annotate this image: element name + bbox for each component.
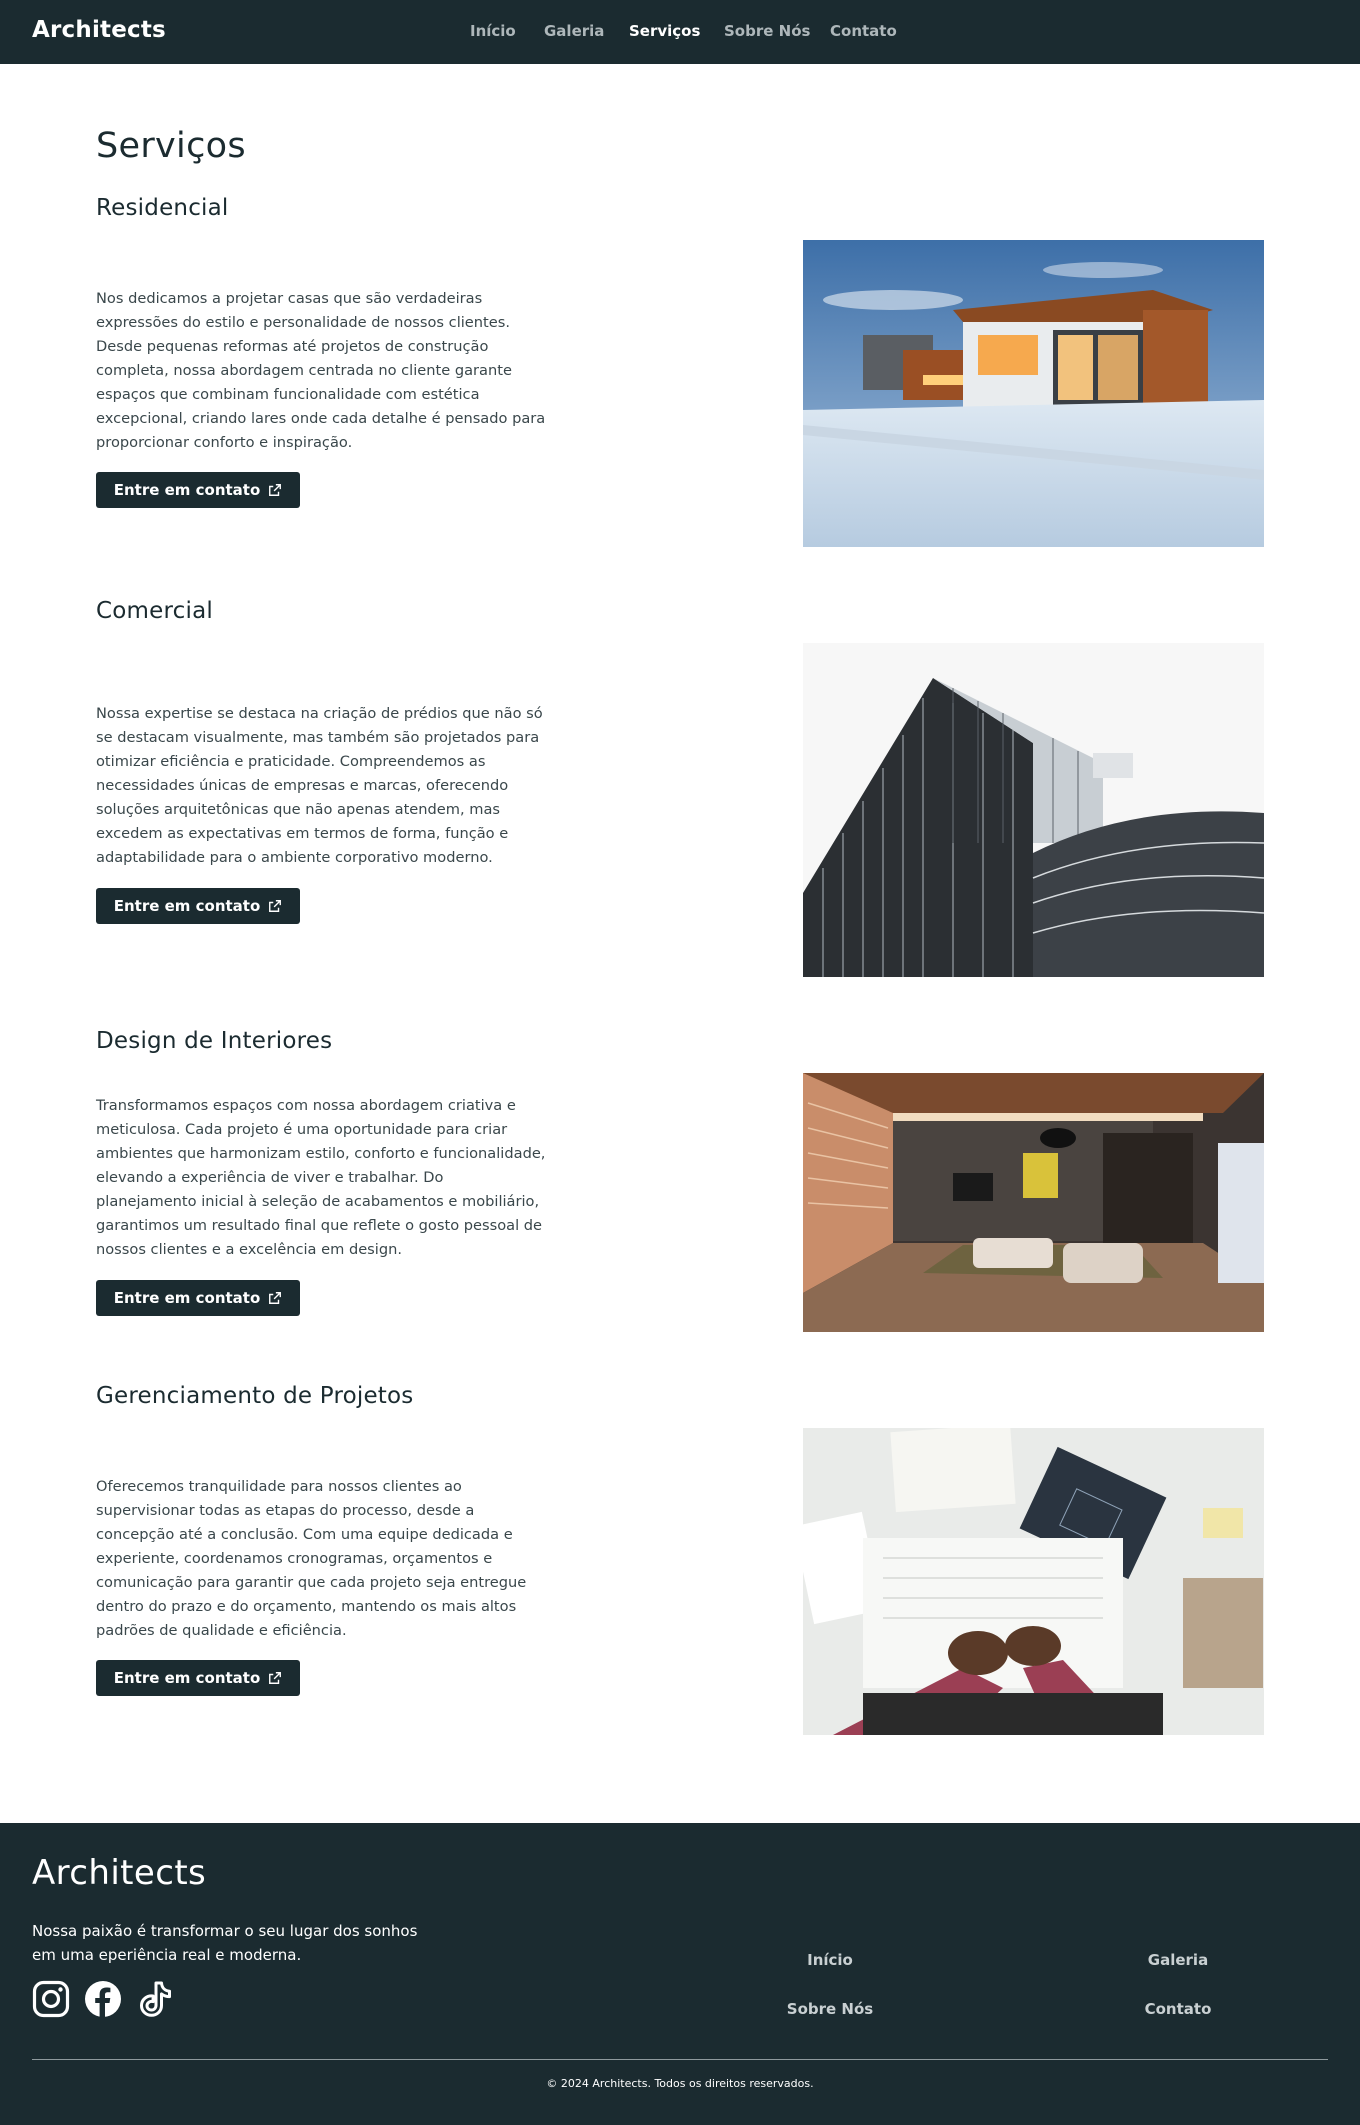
site-footer: Architects Nossa paixão é transformar o … (0, 1823, 1360, 2125)
service-image-modern-house (803, 240, 1264, 547)
footer-tagline: Nossa paixão é transformar o seu lugar d… (32, 1922, 418, 1964)
service-description: Transformamos espaços com nossa abordage… (96, 1097, 546, 1258)
contact-button-label: Entre em contato (113, 481, 261, 499)
service-comercial: Comercial Nossa expertise se destaca na … (96, 598, 1264, 978)
facebook-icon (85, 1981, 121, 2017)
contact-button[interactable]: Entre em contato (96, 1280, 300, 1316)
service-gerenciamento-projetos: Gerenciamento de Projetos Oferecemos tra… (96, 1383, 1264, 1743)
nav-item-galeria[interactable]: Galeria (544, 22, 604, 40)
service-title: Comercial (96, 598, 213, 624)
instagram-link[interactable] (32, 1980, 70, 2018)
nav-item-inicio[interactable]: Início (470, 22, 516, 40)
instagram-icon (32, 1980, 70, 2018)
external-link-icon (269, 1672, 282, 1684)
nav-item-sobre-nos[interactable]: Sobre Nós (724, 22, 810, 40)
main-nav: Início Galeria Serviços Sobre Nós Contat… (0, 22, 1360, 42)
footer-divider (32, 2059, 1328, 2060)
contact-button-label: Entre em contato (113, 1289, 261, 1307)
tiktok-link[interactable] (136, 1980, 174, 2018)
service-title: Gerenciamento de Projetos (96, 1383, 414, 1409)
service-image-architect-desk (803, 1428, 1264, 1735)
nav-item-contato[interactable]: Contato (830, 22, 897, 40)
tiktok-icon (140, 1981, 171, 2017)
service-design-interiores: Design de Interiores Transformamos espaç… (96, 1028, 1264, 1358)
service-description: Oferecemos tranquilidade para nossos cli… (96, 1478, 527, 1639)
footer-link-contato[interactable]: Contato (1145, 2000, 1212, 2018)
service-title: Residencial (96, 195, 229, 221)
contact-button-label: Entre em contato (113, 1669, 261, 1687)
contact-button[interactable]: Entre em contato (96, 1660, 300, 1696)
page-title: Serviços (96, 126, 246, 166)
external-link-icon (269, 484, 282, 496)
service-image-living-room (803, 1073, 1264, 1332)
nav-item-servicos[interactable]: Serviços (629, 22, 700, 40)
footer-link-inicio[interactable]: Início (807, 1951, 853, 1969)
service-image-glass-building (803, 643, 1264, 977)
service-description: Nos dedicamos a projetar casas que são v… (96, 290, 546, 451)
footer-link-galeria[interactable]: Galeria (1148, 1951, 1208, 1969)
copyright-text: © 2024 Architects. Todos os direitos res… (546, 2077, 814, 2090)
service-description: Nossa expertise se destaca na criação de… (96, 705, 543, 866)
facebook-link[interactable] (84, 1980, 122, 2018)
footer-link-sobre-nos[interactable]: Sobre Nós (787, 2000, 873, 2018)
contact-button[interactable]: Entre em contato (96, 888, 300, 924)
contact-button-label: Entre em contato (113, 897, 261, 915)
footer-brand: Architects (32, 1853, 207, 1893)
site-header: Architects Início Galeria Serviços Sobre… (0, 0, 1360, 64)
external-link-icon (269, 1292, 282, 1304)
service-title: Design de Interiores (96, 1028, 333, 1054)
contact-button[interactable]: Entre em contato (96, 472, 300, 508)
service-residencial: Residencial Nos dedicamos a projetar cas… (96, 195, 1264, 555)
external-link-icon (269, 900, 282, 912)
